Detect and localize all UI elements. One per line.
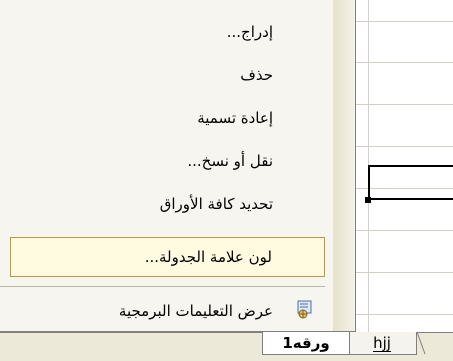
sheet-tab-active[interactable]: ورقه1 xyxy=(262,332,350,355)
menu-item-label: إدراج... xyxy=(226,23,273,41)
menu-item-tab-color[interactable]: لون علامة الجدولة... xyxy=(10,237,325,277)
sheet-tab-label: ورقه1 xyxy=(282,334,330,352)
selected-cell[interactable] xyxy=(368,165,453,200)
menu-item-label: عرض التعليمات البرمجية xyxy=(118,302,273,320)
sheet-tab-label: hjj xyxy=(373,333,391,352)
menu-item-label: تحديد كافة الأوراق xyxy=(159,195,273,213)
fill-handle[interactable] xyxy=(365,197,371,203)
code-view-icon xyxy=(297,300,312,319)
menu-item-delete[interactable]: حذف xyxy=(10,55,325,95)
menu-item-label: نقل أو نسخ... xyxy=(187,152,273,170)
menu-item-label: حذف xyxy=(240,66,273,84)
tab-scroll-edge xyxy=(417,332,426,355)
sheet-tab-context-menu: إدراج... حذف إعادة تسمية نقل أو نسخ... ت… xyxy=(0,0,356,332)
menu-item-insert[interactable]: إدراج... xyxy=(10,12,325,52)
menu-item-label: إعادة تسمية xyxy=(197,109,273,127)
sheet-tab-hjj[interactable]: hjj xyxy=(347,332,417,355)
menu-icon-gutter xyxy=(333,0,355,331)
menu-item-view-code[interactable]: عرض التعليمات البرمجية xyxy=(10,291,325,331)
menu-item-rename[interactable]: إعادة تسمية xyxy=(10,98,325,138)
menu-item-select-all-sheets[interactable]: تحديد كافة الأوراق xyxy=(10,184,325,224)
menu-item-label: لون علامة الجدولة... xyxy=(144,248,272,266)
menu-item-move-copy[interactable]: نقل أو نسخ... xyxy=(10,141,325,181)
menu-separator xyxy=(0,286,325,287)
